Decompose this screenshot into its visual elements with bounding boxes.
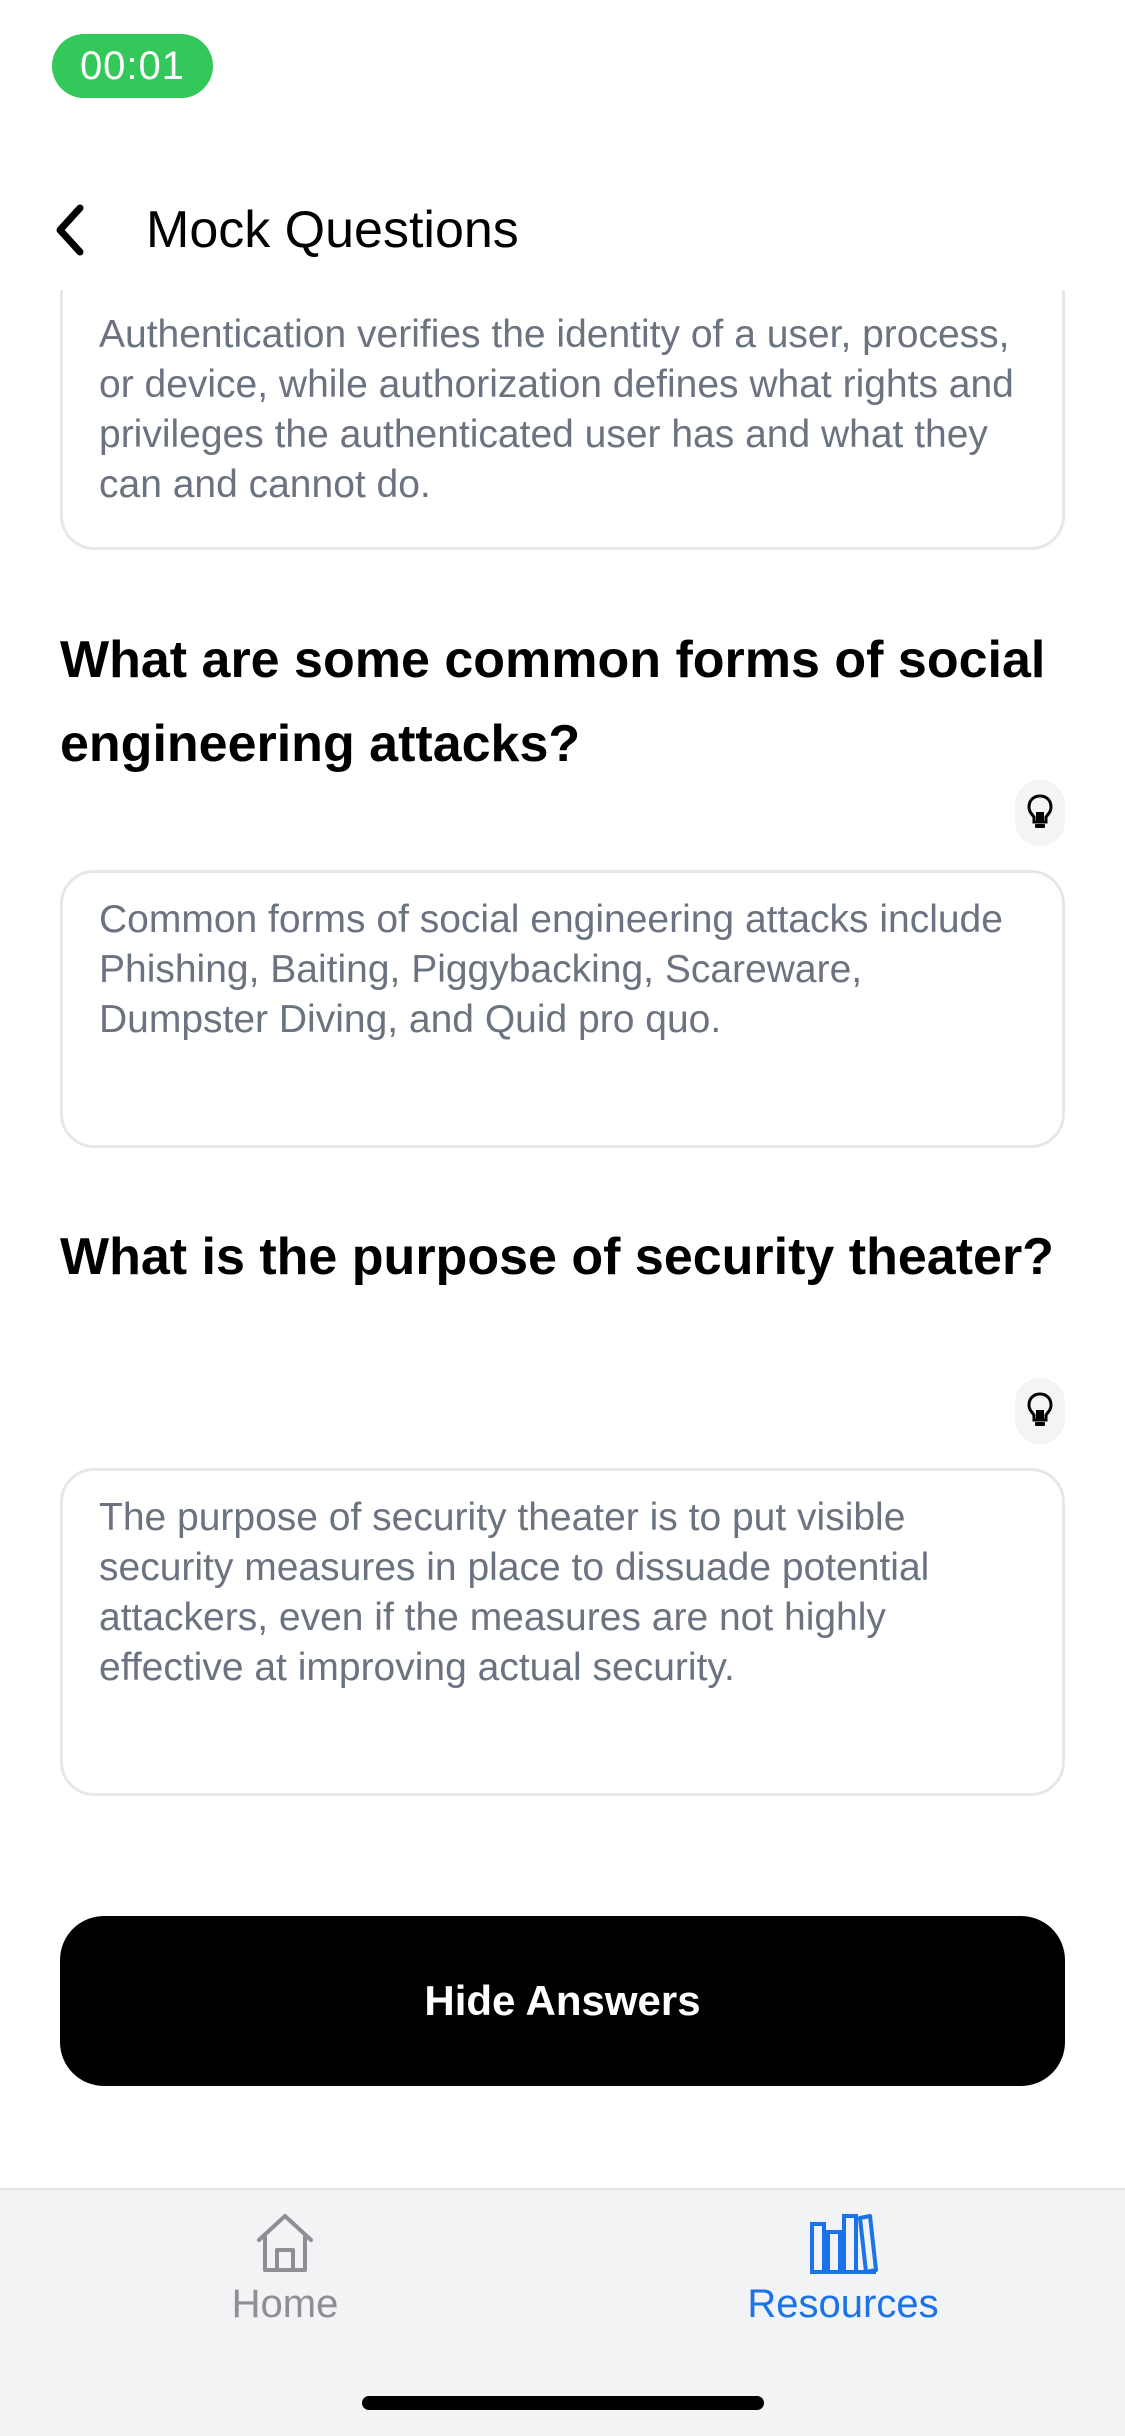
hint-button[interactable] xyxy=(1015,1378,1065,1444)
question-text: What is the purpose of security theater? xyxy=(60,1228,1054,1286)
home-icon xyxy=(257,2214,313,2272)
question-text: What are some common forms of social eng… xyxy=(60,631,1046,773)
chevron-left-icon xyxy=(56,204,84,256)
books-icon xyxy=(810,2214,878,2274)
tab-home-label: Home xyxy=(231,2282,339,2326)
hide-answers-button[interactable]: Hide Answers xyxy=(60,1916,1065,2086)
questions-scroll-area[interactable]: Authentication verifies the identity of … xyxy=(0,290,1125,2190)
answer-text: Authentication verifies the identity of … xyxy=(99,313,1014,506)
answer-text: The purpose of security theater is to pu… xyxy=(99,1496,930,1689)
answer-box: The purpose of security theater is to pu… xyxy=(60,1468,1065,1796)
answer-text: Common forms of social engineering attac… xyxy=(99,898,1003,1041)
page-title: Mock Questions xyxy=(146,201,519,259)
timer-text: 00:01 xyxy=(79,43,186,88)
answer-box: Common forms of social engineering attac… xyxy=(60,870,1065,1148)
navigation-bar: Mock Questions xyxy=(0,180,1125,280)
tab-home[interactable]: Home xyxy=(135,2210,435,2370)
tab-resources-label: Resources xyxy=(747,2282,939,2326)
recording-timer-badge: 00:01 xyxy=(52,34,213,98)
answer-box: Authentication verifies the identity of … xyxy=(60,290,1065,550)
lightbulb-icon xyxy=(1027,794,1053,828)
hint-button[interactable] xyxy=(1015,780,1065,846)
back-button[interactable] xyxy=(40,198,100,262)
tab-resources[interactable]: Resources xyxy=(693,2210,993,2370)
hide-answers-label: Hide Answers xyxy=(424,1977,701,2024)
lightbulb-icon xyxy=(1027,1392,1053,1426)
home-indicator xyxy=(362,2396,764,2410)
